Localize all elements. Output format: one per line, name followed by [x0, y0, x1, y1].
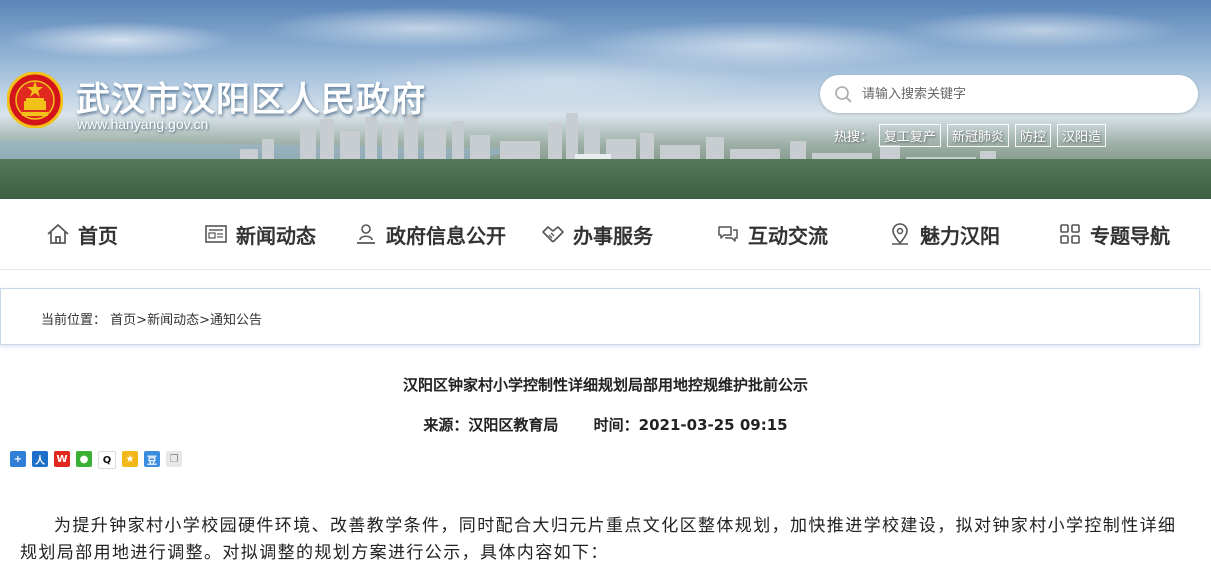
main-nav: 首页 新闻动态 政府信息公开 办事服务 互动交流 魅力汉阳 专题导航: [0, 199, 1211, 270]
weibo-icon[interactable]: W: [54, 451, 70, 467]
search-box[interactable]: [820, 75, 1198, 113]
qzone-icon[interactable]: ★: [122, 451, 138, 467]
time-label: 时间：: [593, 416, 639, 434]
grid-apps-icon: [1060, 224, 1080, 244]
nav-item-services[interactable]: 办事服务: [541, 199, 653, 269]
breadcrumb-separator: >: [136, 313, 148, 328]
nav-item-topics[interactable]: 专题导航: [1058, 199, 1170, 269]
nav-item-charm[interactable]: 魅力汉阳: [888, 199, 1000, 269]
hot-tag-link[interactable]: 防控: [1015, 124, 1052, 147]
hot-search-bar: 热搜： 复工复产 新冠肺炎 防控 汉阳造: [834, 124, 1107, 147]
chat-bubbles-icon: [718, 226, 738, 242]
header-banner: 武汉市汉阳区人民政府 www.hanyang.gov.cn 热搜： 复工复产 新…: [0, 0, 1211, 199]
qq-icon[interactable]: Q: [98, 451, 116, 469]
green-land: [0, 159, 1211, 199]
person-podium-icon: [357, 224, 375, 244]
nav-item-label: 首页: [78, 223, 118, 248]
newspaper-icon: [205, 225, 227, 243]
nav-item-label: 互动交流: [748, 223, 828, 248]
renren-icon[interactable]: 人: [32, 451, 48, 467]
time-info: 时间：2021-03-25 09:15: [594, 416, 788, 434]
national-emblem-icon: [7, 72, 63, 128]
site-url: www.hanyang.gov.cn: [77, 116, 209, 132]
wechat-icon[interactable]: ●: [76, 451, 92, 467]
article-meta: 来源：汉阳区教育局 时间：2021-03-25 09:15: [0, 414, 1211, 435]
breadcrumb-link-notices[interactable]: 通知公告: [210, 313, 262, 328]
nav-item-gov-info[interactable]: 政府信息公开: [354, 199, 506, 269]
douban-icon[interactable]: 豆: [144, 451, 160, 467]
time-value: 2021-03-25 09:15: [638, 416, 788, 434]
breadcrumb-link-news[interactable]: 新闻动态: [147, 313, 199, 328]
search-icon[interactable]: [834, 85, 852, 103]
home-icon: [47, 223, 69, 244]
breadcrumb-label: 当前位置：: [41, 313, 107, 328]
nav-item-label: 办事服务: [573, 223, 653, 248]
location-pin-icon: [892, 223, 908, 245]
plus-share-icon[interactable]: +: [10, 451, 26, 467]
hot-tag-link[interactable]: 汉阳造: [1057, 124, 1107, 147]
nav-item-label: 魅力汉阳: [920, 223, 1000, 248]
source-value: 汉阳区教育局: [468, 416, 559, 434]
breadcrumb-separator: >: [199, 313, 210, 328]
search-input[interactable]: [860, 85, 1164, 103]
article-title: 汉阳区钟家村小学控制性详细规划局部用地控规维护批前公示: [402, 376, 808, 394]
breadcrumb-panel: 当前位置： 首页>新闻动态>通知公告: [0, 288, 1200, 345]
breadcrumb: 当前位置： 首页>新闻动态>通知公告: [41, 309, 262, 328]
hot-tag-link[interactable]: 新冠肺炎: [947, 124, 1010, 147]
site-title: 武汉市汉阳区人民政府: [76, 80, 426, 120]
copy-icon[interactable]: ❐: [166, 451, 182, 467]
handshake-icon: [542, 226, 564, 243]
source-info: 来源：汉阳区教育局: [423, 416, 558, 434]
breadcrumb-link-home[interactable]: 首页: [110, 313, 136, 328]
nav-item-label: 新闻动态: [236, 223, 316, 248]
source-label: 来源：: [423, 416, 469, 434]
hot-search-label: 热搜：: [834, 130, 874, 145]
hot-tag-link[interactable]: 复工复产: [879, 124, 942, 147]
nav-item-interaction[interactable]: 互动交流: [716, 199, 828, 269]
nav-item-label: 专题导航: [1090, 223, 1170, 248]
nav-item-label: 政府信息公开: [386, 223, 506, 248]
nav-item-home[interactable]: 首页: [46, 199, 118, 269]
article-body: 为提升钟家村小学校园硬件环境、改善教学条件，同时配合大归元片重点文化区整体规划，…: [20, 516, 1177, 563]
nav-item-news[interactable]: 新闻动态: [204, 199, 316, 269]
share-toolbar: + 人 W ● Q ★ 豆 ❐: [10, 451, 182, 469]
